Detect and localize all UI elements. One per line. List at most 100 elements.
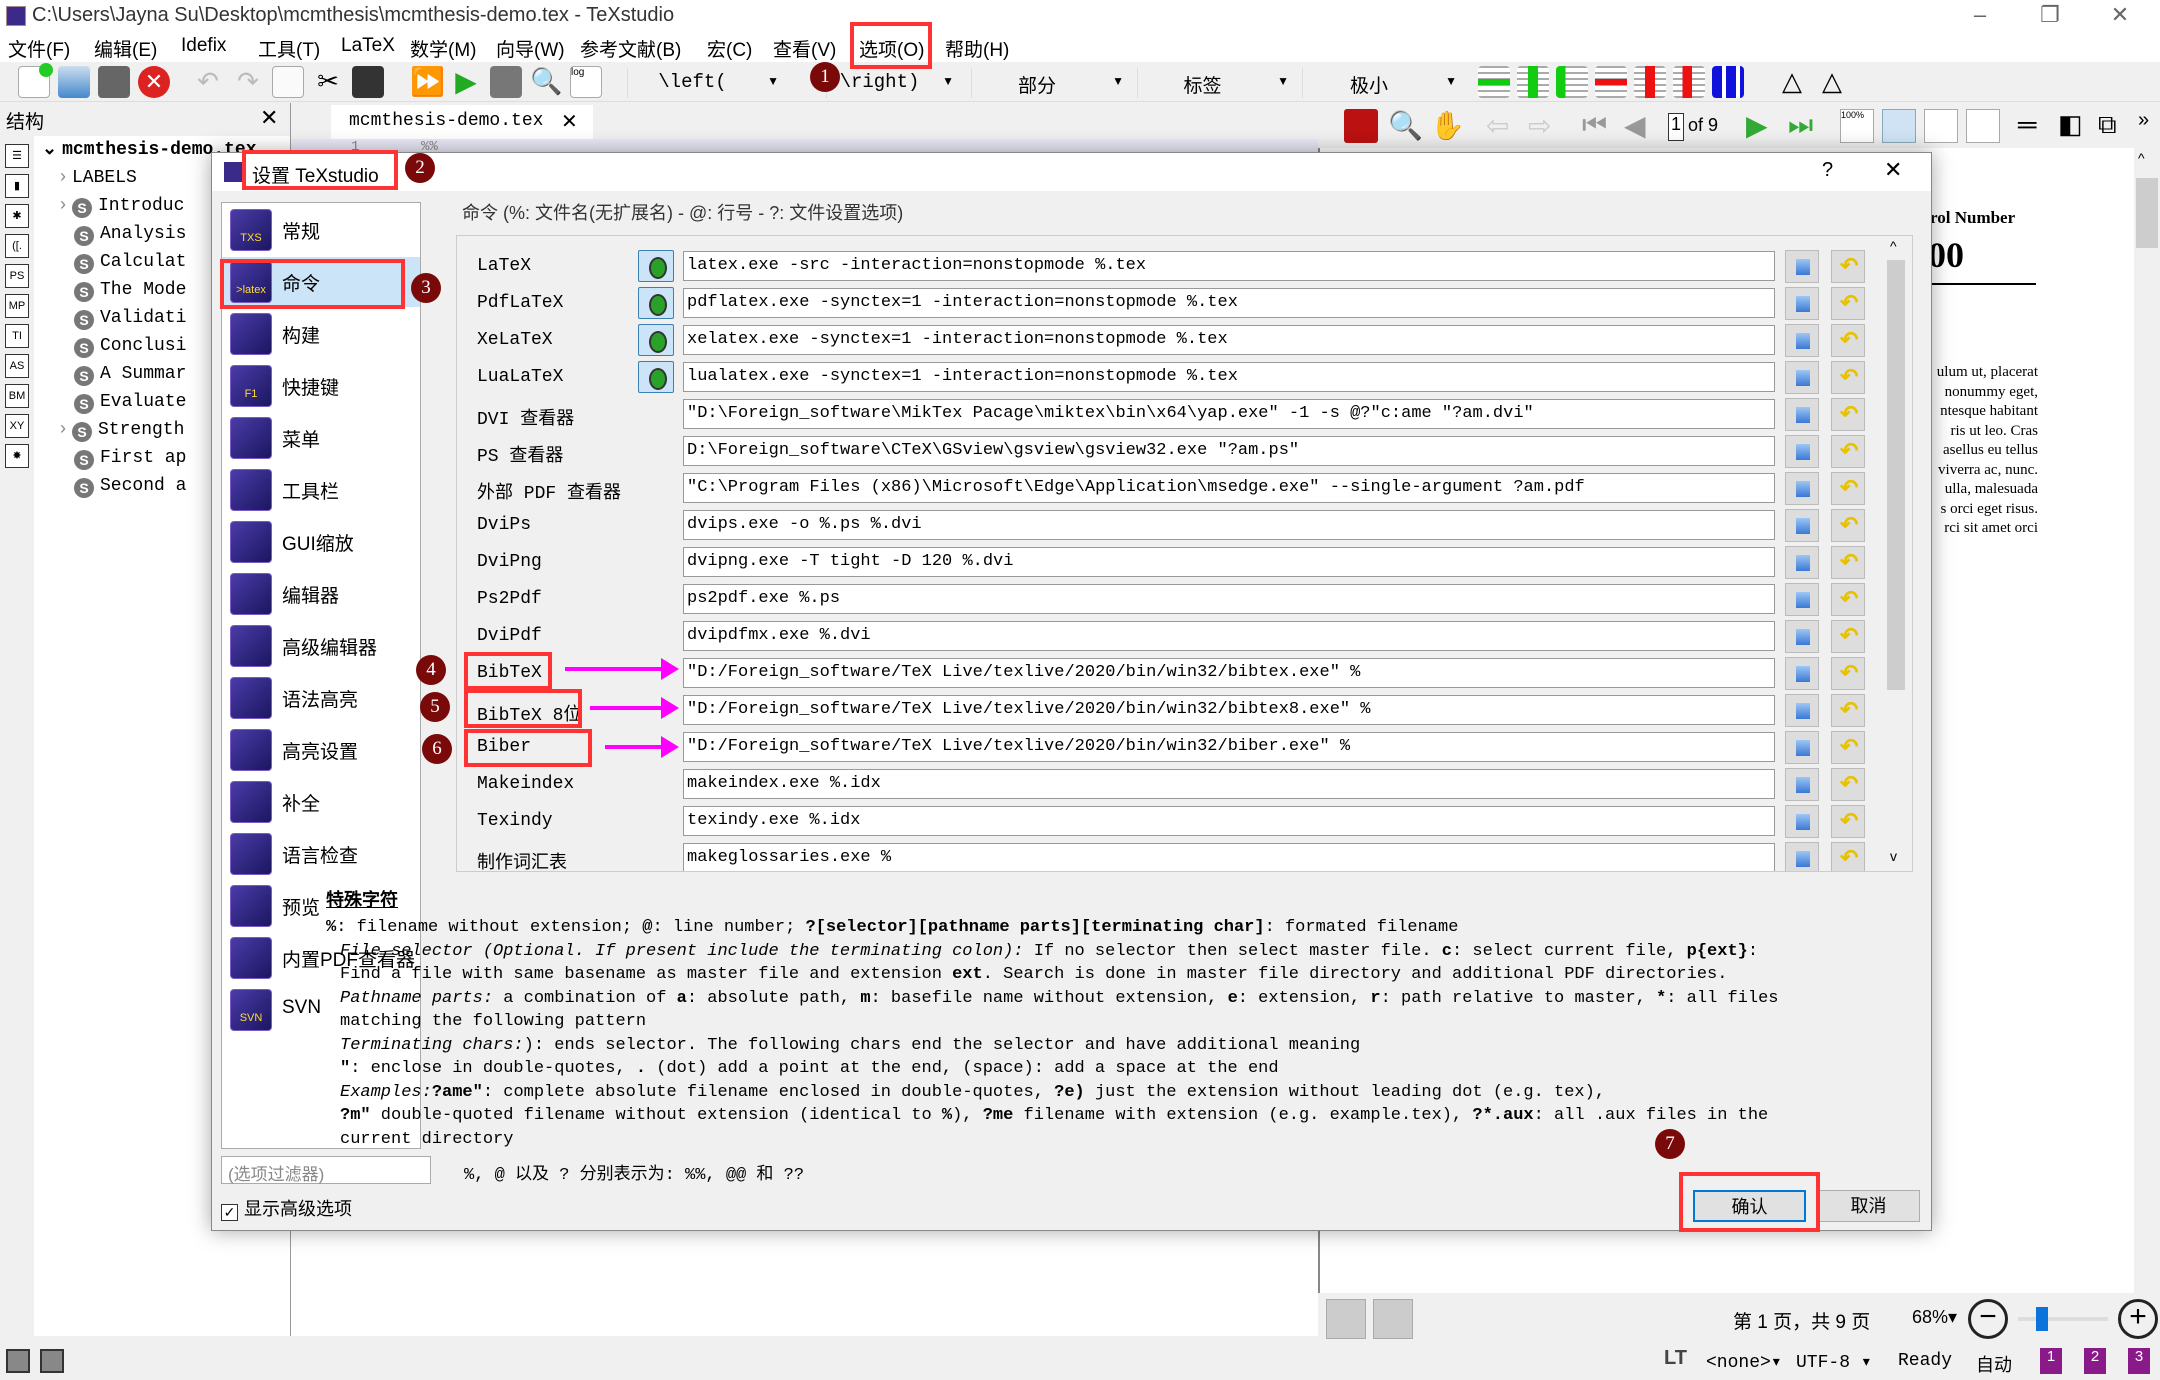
select-program-icon[interactable] xyxy=(1785,842,1819,871)
reset-default-icon[interactable] xyxy=(1831,583,1865,616)
previous-mark-icon[interactable]: △ xyxy=(1776,66,1808,98)
help-button[interactable]: ? xyxy=(1822,159,1833,182)
language-dropdown[interactable]: <none>▾ xyxy=(1706,1351,1782,1373)
command-input[interactable]: pdflatex.exe -synctex=1 -interaction=non… xyxy=(683,288,1775,318)
chevron-right-icon[interactable]: › xyxy=(60,194,66,214)
scroll-up-icon[interactable]: ^ xyxy=(2138,150,2145,166)
menu-wizards[interactable]: 向导(W) xyxy=(496,35,565,62)
reset-default-icon[interactable] xyxy=(1831,472,1865,505)
menu-options[interactable]: 选项(O) xyxy=(859,35,924,62)
tree-item[interactable]: › LABELS xyxy=(60,166,137,188)
side-icon-9[interactable]: XY xyxy=(5,414,29,438)
reset-default-icon[interactable] xyxy=(1831,842,1865,871)
menu-view[interactable]: 查看(V) xyxy=(773,35,836,62)
reset-default-icon[interactable] xyxy=(1831,509,1865,542)
zoom-slider[interactable] xyxy=(2018,1307,2108,1331)
close-file-icon[interactable]: ✕ xyxy=(138,66,170,98)
tree-item[interactable]: S Validati xyxy=(60,306,186,330)
select-program-icon[interactable] xyxy=(1785,583,1819,616)
side-icon-10[interactable]: ✸ xyxy=(5,444,29,468)
tree-item[interactable]: S Second a xyxy=(60,474,186,498)
side-icon-0[interactable]: ☰ xyxy=(5,144,29,168)
nav-item-10[interactable]: 高亮设置 xyxy=(222,725,420,775)
cut-icon[interactable]: ✂ xyxy=(312,66,344,98)
nav-item-11[interactable]: 补全 xyxy=(222,777,420,827)
chevron-right-icon[interactable]: › xyxy=(60,166,66,186)
checkbox-icon[interactable]: ✓ xyxy=(221,1204,238,1221)
nav-item-4[interactable]: 菜单 xyxy=(222,413,420,463)
cancel-button[interactable]: 取消 xyxy=(1817,1190,1920,1222)
cut-column-icon[interactable] xyxy=(1673,66,1705,98)
select-program-icon[interactable] xyxy=(1785,805,1819,838)
hand-tool-icon[interactable]: ✋ xyxy=(1430,109,1465,143)
left-delimiter-dropdown[interactable]: \left(▼ xyxy=(627,68,785,98)
nav-item-8[interactable]: 高级编辑器 xyxy=(222,621,420,671)
tree-item[interactable]: S The Mode xyxy=(60,278,186,302)
close-dialog-button[interactable]: ✕ xyxy=(1884,157,1902,183)
reset-default-icon[interactable] xyxy=(1831,398,1865,431)
fit-page-icon[interactable] xyxy=(1966,109,2000,143)
side-icon-5[interactable]: MP xyxy=(5,294,29,318)
previous-page-icon[interactable]: ◀ xyxy=(1624,109,1658,143)
menu-file[interactable]: 文件(F) xyxy=(8,35,70,62)
next-page-icon[interactable]: ▶ xyxy=(1746,109,1780,143)
command-input[interactable]: dvipdfmx.exe %.dvi xyxy=(683,621,1775,651)
select-program-icon[interactable] xyxy=(1785,287,1819,320)
toggle-sidebar-icon[interactable]: ◧ xyxy=(2058,109,2092,143)
stop-icon[interactable] xyxy=(490,66,522,98)
bookmark-1-icon[interactable]: 1 xyxy=(2040,1348,2062,1374)
zoom-out-icon[interactable]: − xyxy=(1968,1299,2008,1339)
tree-item[interactable]: S First ap xyxy=(60,446,186,470)
menu-edit[interactable]: 编辑(E) xyxy=(94,35,157,62)
run-command-icon[interactable] xyxy=(638,361,674,393)
reset-default-icon[interactable] xyxy=(1831,805,1865,838)
reset-default-icon[interactable] xyxy=(1831,620,1865,653)
menu-tools[interactable]: 工具(T) xyxy=(258,35,320,62)
select-program-icon[interactable] xyxy=(1785,546,1819,579)
redo-icon[interactable]: ↷ xyxy=(232,66,264,98)
nav-item-1[interactable]: >latex 命令 xyxy=(222,257,420,307)
chevron-down-icon[interactable]: ⌄ xyxy=(42,138,62,158)
first-page-icon[interactable]: ⏮ xyxy=(1582,109,1616,143)
nav-item-5[interactable]: 工具栏 xyxy=(222,465,420,515)
side-icon-2[interactable]: ✱ xyxy=(5,204,29,228)
view-search-icon[interactable]: 🔍 xyxy=(530,66,562,98)
reset-default-icon[interactable] xyxy=(1831,287,1865,320)
restore-button[interactable]: ❐ xyxy=(2020,2,2080,30)
build-and-view-icon[interactable]: ⏩ xyxy=(410,66,445,98)
tree-item[interactable]: S A Summar xyxy=(60,362,186,386)
tree-item[interactable]: S Analysis xyxy=(60,222,186,246)
select-program-icon[interactable] xyxy=(1785,620,1819,653)
show-advanced-checkbox[interactable]: ✓ 显示高级选项 xyxy=(221,1195,352,1221)
languagetool-icon[interactable]: LT xyxy=(1664,1347,1687,1370)
actual-size-icon[interactable]: 100% xyxy=(1840,109,1874,143)
select-program-icon[interactable] xyxy=(1785,731,1819,764)
pdf-book-icon[interactable] xyxy=(1344,109,1378,143)
reset-default-icon[interactable] xyxy=(1831,250,1865,283)
tab-mcmthesis-demo[interactable]: mcmthesis-demo.tex ✕ xyxy=(331,105,593,139)
new-file-icon[interactable] xyxy=(18,63,53,98)
label-dropdown[interactable]: 标签 ▼ xyxy=(1137,68,1295,98)
nav-item-0[interactable]: TXS 常规 xyxy=(222,205,420,255)
tree-item[interactable]: › S Strength xyxy=(60,418,184,442)
windowed-icon[interactable]: ⧉ xyxy=(2098,109,2132,143)
add-column-icon[interactable] xyxy=(1517,66,1549,98)
command-input[interactable]: "D:/Foreign_software/TeX Live/texlive/20… xyxy=(683,658,1775,688)
side-icon-8[interactable]: BM xyxy=(5,384,29,408)
reset-default-icon[interactable] xyxy=(1831,361,1865,394)
page-number-input[interactable]: 1 xyxy=(1668,113,1684,141)
select-program-icon[interactable] xyxy=(1785,435,1819,468)
reset-default-icon[interactable] xyxy=(1831,546,1865,579)
save-icon[interactable] xyxy=(98,66,130,98)
add-row-icon[interactable] xyxy=(1478,66,1510,98)
remove-row-icon[interactable] xyxy=(1595,66,1627,98)
command-input[interactable]: makeindex.exe %.idx xyxy=(683,769,1775,799)
paste-column-icon[interactable] xyxy=(1556,66,1588,98)
more-icon[interactable]: » xyxy=(2138,109,2160,143)
reset-default-icon[interactable] xyxy=(1831,324,1865,357)
select-program-icon[interactable] xyxy=(1785,694,1819,727)
tree-item[interactable]: S Evaluate xyxy=(60,390,186,414)
select-program-icon[interactable] xyxy=(1785,250,1819,283)
align-columns-icon[interactable] xyxy=(1712,66,1744,98)
select-program-icon[interactable] xyxy=(1785,509,1819,542)
